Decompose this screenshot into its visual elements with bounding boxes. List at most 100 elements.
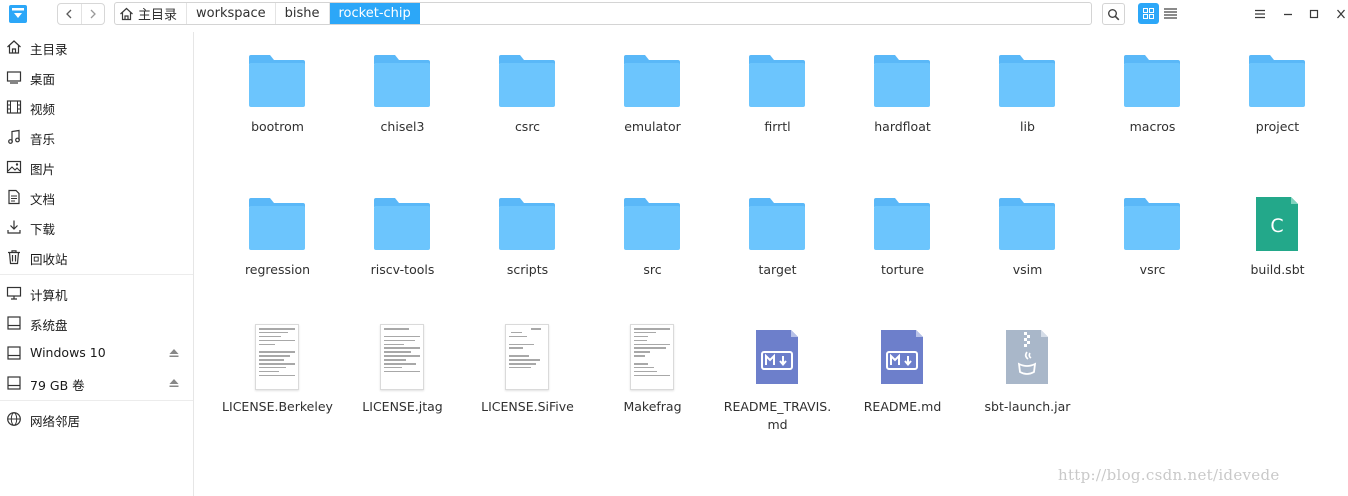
file-item-vsrc[interactable]: vsrc (1090, 181, 1215, 301)
text-file-thumbnail (505, 324, 549, 390)
file-item-torture[interactable]: torture (840, 181, 965, 301)
sidebar-item-trash[interactable]: 回收站 (0, 242, 193, 272)
breadcrumb-workspace[interactable]: workspace (187, 3, 276, 24)
text-file-thumbnail (380, 324, 424, 390)
folder-icon (749, 55, 805, 107)
list-icon (1164, 8, 1177, 19)
file-name: macros (1129, 119, 1176, 134)
file-item-scripts[interactable]: scripts (465, 181, 590, 301)
home-icon (7, 40, 21, 54)
sidebar-item-computer[interactable]: 计算机 (0, 278, 193, 308)
sidebar-item-desktop[interactable]: 桌面 (0, 62, 193, 92)
sidebar-item-network[interactable]: 网络邻居 (0, 404, 193, 434)
sidebar-item-windows-10[interactable]: Windows 10 (0, 338, 193, 368)
file-name: sbt-launch.jar (984, 399, 1071, 414)
file-item-build-sbt[interactable]: C build.sbt (1215, 181, 1340, 301)
file-item-readme-md[interactable]: README.md (840, 318, 965, 438)
desktop-icon (6, 71, 22, 84)
sidebar-item-system-disk[interactable]: 系统盘 (0, 308, 193, 338)
file-item-license-sifive[interactable]: LICENSE.SiFive (465, 318, 590, 438)
breadcrumb-rocket-chip[interactable]: rocket-chip (329, 3, 420, 24)
file-item-bootrom[interactable]: bootrom (215, 38, 340, 158)
sidebar-item-label: 下载 (30, 222, 56, 237)
sidebar-item-pictures[interactable]: 图片 (0, 152, 193, 182)
file-item-riscv-tools[interactable]: riscv-tools (340, 181, 465, 301)
breadcrumb-home[interactable]: 主目录 (115, 3, 188, 24)
breadcrumb-bishe[interactable]: bishe (276, 3, 330, 24)
document-icon (8, 189, 20, 205)
sidebar-item-label: 网络邻居 (30, 414, 81, 429)
sidebar-item-label: 桌面 (30, 72, 56, 87)
folder-icon (374, 55, 430, 107)
back-button[interactable] (58, 4, 81, 24)
home-icon (120, 7, 133, 20)
breadcrumb-label: bishe (284, 6, 320, 21)
picture-icon (6, 160, 22, 174)
minimize-button[interactable] (1279, 4, 1297, 24)
sidebar-separator (0, 400, 193, 401)
file-item-firrtl[interactable]: firrtl (715, 38, 840, 158)
file-item-hardfloat[interactable]: hardfloat (840, 38, 965, 158)
file-name: README_TRAVIS.md (723, 399, 832, 432)
folder-icon (1124, 198, 1180, 250)
list-view-button[interactable] (1160, 3, 1181, 24)
sidebar-item-home[interactable]: 主目录 (0, 32, 193, 62)
file-item-chisel3[interactable]: chisel3 (340, 38, 465, 158)
icon-view-button[interactable] (1138, 3, 1159, 24)
title-bar: 主目录 workspace bishe rocket-chip (0, 0, 1348, 30)
file-item-src[interactable]: src (590, 181, 715, 301)
file-name: project (1255, 119, 1300, 134)
folder-icon (499, 198, 555, 250)
watermark: http://blog.csdn.net/idevede (1058, 466, 1280, 484)
file-item-license-berkeley[interactable]: LICENSE.Berkeley (215, 318, 340, 438)
file-manager-app-icon (9, 5, 27, 23)
computer-icon (6, 286, 22, 300)
file-name: LICENSE.SiFive (481, 399, 574, 414)
file-item-regression[interactable]: regression (215, 181, 340, 301)
file-name: csrc (514, 119, 541, 134)
file-name: hardfloat (874, 119, 931, 134)
text-file-thumbnail (255, 324, 299, 390)
sidebar-item-documents[interactable]: 文档 (0, 182, 193, 212)
file-name: chisel3 (380, 119, 425, 134)
file-item-sbt-launch-jar[interactable]: sbt-launch.jar (965, 318, 1090, 438)
file-item-macros[interactable]: macros (1090, 38, 1215, 158)
search-button[interactable] (1102, 3, 1125, 25)
video-icon (6, 100, 22, 114)
menu-button[interactable] (1251, 4, 1269, 24)
jar-archive-icon (1006, 330, 1048, 384)
sidebar-item-label: 79 GB 卷 (30, 378, 85, 393)
folder-icon (624, 55, 680, 107)
sidebar-item-music[interactable]: 音乐 (0, 122, 193, 152)
file-item-emulator[interactable]: emulator (590, 38, 715, 158)
close-button[interactable] (1332, 4, 1348, 24)
sidebar-item-label: 图片 (30, 162, 56, 177)
file-name: firrtl (764, 119, 791, 134)
file-item-readme-travis-md[interactable]: README_TRAVIS.md (715, 318, 840, 438)
breadcrumb-label: rocket-chip (338, 6, 411, 21)
breadcrumb-label: workspace (196, 6, 266, 21)
file-name: torture (880, 262, 925, 277)
maximize-icon (1309, 9, 1319, 19)
file-item-license-jtag[interactable]: LICENSE.jtag (340, 318, 465, 438)
file-item-csrc[interactable]: csrc (465, 38, 590, 158)
file-item-lib[interactable]: lib (965, 38, 1090, 158)
file-item-vsim[interactable]: vsim (965, 181, 1090, 301)
file-item-project[interactable]: project (1215, 38, 1340, 158)
file-name: vsrc (1139, 262, 1166, 277)
eject-icon[interactable] (168, 348, 180, 358)
sidebar-item-downloads[interactable]: 下载 (0, 212, 193, 242)
forward-button[interactable] (80, 4, 105, 24)
sidebar-item-videos[interactable]: 视频 (0, 92, 193, 122)
maximize-button[interactable] (1305, 4, 1323, 24)
sidebar-item-label: 视频 (30, 102, 56, 117)
markdown-file-icon (881, 330, 923, 384)
file-name: scripts (506, 262, 549, 277)
disk-icon (7, 376, 21, 390)
file-name: riscv-tools (370, 262, 435, 277)
eject-icon[interactable] (168, 378, 180, 388)
file-item-target[interactable]: target (715, 181, 840, 301)
sidebar-item-79gb-volume[interactable]: 79 GB 卷 (0, 368, 193, 398)
folder-icon (999, 55, 1055, 107)
file-item-makefrag[interactable]: Makefrag (590, 318, 715, 438)
